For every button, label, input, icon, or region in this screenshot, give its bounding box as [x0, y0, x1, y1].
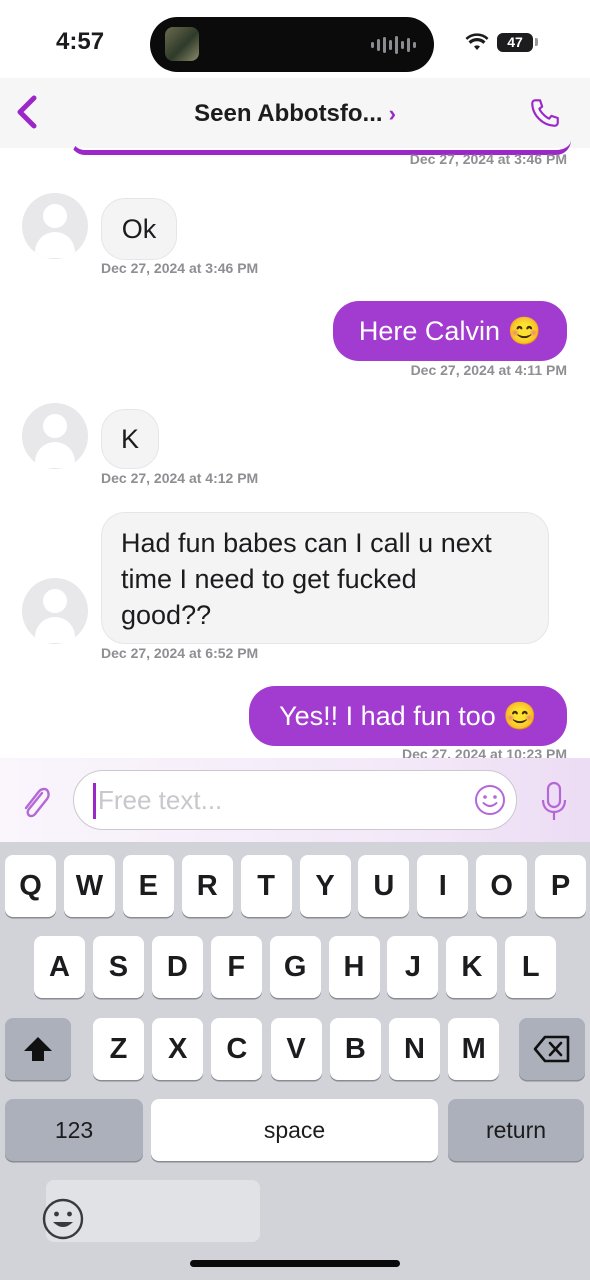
battery-level: 47 — [497, 33, 533, 52]
audio-wave-icon — [371, 36, 416, 54]
incoming-message[interactable]: Ok — [101, 198, 177, 260]
incoming-message[interactable]: Had fun babes can I call u next time I n… — [101, 512, 549, 644]
key-k[interactable]: K — [446, 936, 498, 998]
smiley-icon[interactable] — [40, 1196, 86, 1242]
message-timestamp: Dec 27, 2024 at 3:46 PM — [101, 260, 259, 276]
text-cursor — [93, 783, 96, 819]
now-playing-thumbnail — [165, 27, 199, 61]
key-e[interactable]: E — [122, 855, 174, 917]
key-u[interactable]: U — [358, 855, 410, 917]
key-f[interactable]: F — [210, 936, 262, 998]
key-g[interactable]: G — [269, 936, 321, 998]
contact-title[interactable]: Seen Abbotsfo... › — [0, 100, 590, 128]
key-o[interactable]: O — [476, 855, 528, 917]
avatar — [22, 193, 88, 259]
message-timestamp: Dec 27, 2024 at 4:11 PM — [410, 362, 567, 378]
key-r[interactable]: R — [181, 855, 233, 917]
outgoing-message[interactable]: Yes!! I had fun too 😊 — [249, 686, 567, 746]
message-input-placeholder: Free text... — [98, 785, 223, 815]
chevron-right-icon: › — [388, 101, 396, 126]
delete-key[interactable] — [519, 1018, 585, 1080]
key-i[interactable]: I — [417, 855, 469, 917]
key-n[interactable]: N — [389, 1018, 440, 1080]
space-key[interactable]: space — [151, 1099, 438, 1161]
avatar — [22, 578, 88, 644]
key-j[interactable]: J — [387, 936, 439, 998]
message-timestamp: Dec 27, 2024 at 4:12 PM — [101, 470, 259, 486]
microphone-icon[interactable] — [539, 781, 569, 823]
backspace-icon — [533, 1035, 570, 1063]
shift-icon — [24, 1037, 52, 1061]
return-key[interactable]: return — [448, 1099, 584, 1161]
outgoing-message[interactable]: Here Calvin 😊 — [333, 301, 567, 361]
avatar — [22, 403, 88, 469]
key-z[interactable]: Z — [93, 1018, 144, 1080]
message-timestamp: Dec 27, 2024 at 3:46 PM — [409, 151, 567, 167]
phone-icon[interactable] — [528, 96, 562, 130]
key-q[interactable]: Q — [5, 855, 56, 917]
key-l[interactable]: L — [505, 936, 557, 998]
key-v[interactable]: V — [270, 1018, 322, 1080]
home-indicator — [190, 1260, 400, 1267]
numbers-key[interactable]: 123 — [5, 1099, 143, 1161]
dynamic-island — [150, 17, 434, 72]
key-b[interactable]: B — [329, 1018, 381, 1080]
wifi-icon — [465, 33, 489, 50]
key-x[interactable]: X — [152, 1018, 204, 1080]
key-t[interactable]: T — [240, 855, 292, 917]
battery-tip — [535, 38, 538, 46]
contact-name: Seen Abbotsfo... — [194, 100, 383, 127]
smiley-icon[interactable] — [474, 784, 506, 816]
key-w[interactable]: W — [63, 855, 115, 917]
shift-key[interactable] — [5, 1018, 71, 1080]
key-m[interactable]: M — [448, 1018, 500, 1080]
key-a[interactable]: A — [34, 936, 85, 998]
status-time: 4:57 — [56, 28, 105, 55]
key-y[interactable]: Y — [299, 855, 351, 917]
message-timestamp: Dec 27, 2024 at 6:52 PM — [101, 645, 259, 661]
paperclip-icon[interactable] — [18, 783, 54, 823]
key-c[interactable]: C — [211, 1018, 263, 1080]
key-h[interactable]: H — [328, 936, 380, 998]
message-text: Had fun babes can I call u next time I n… — [121, 528, 492, 630]
key-p[interactable]: P — [535, 855, 587, 917]
incoming-message[interactable]: K — [101, 409, 159, 469]
key-s[interactable]: S — [92, 936, 144, 998]
key-d[interactable]: D — [151, 936, 203, 998]
